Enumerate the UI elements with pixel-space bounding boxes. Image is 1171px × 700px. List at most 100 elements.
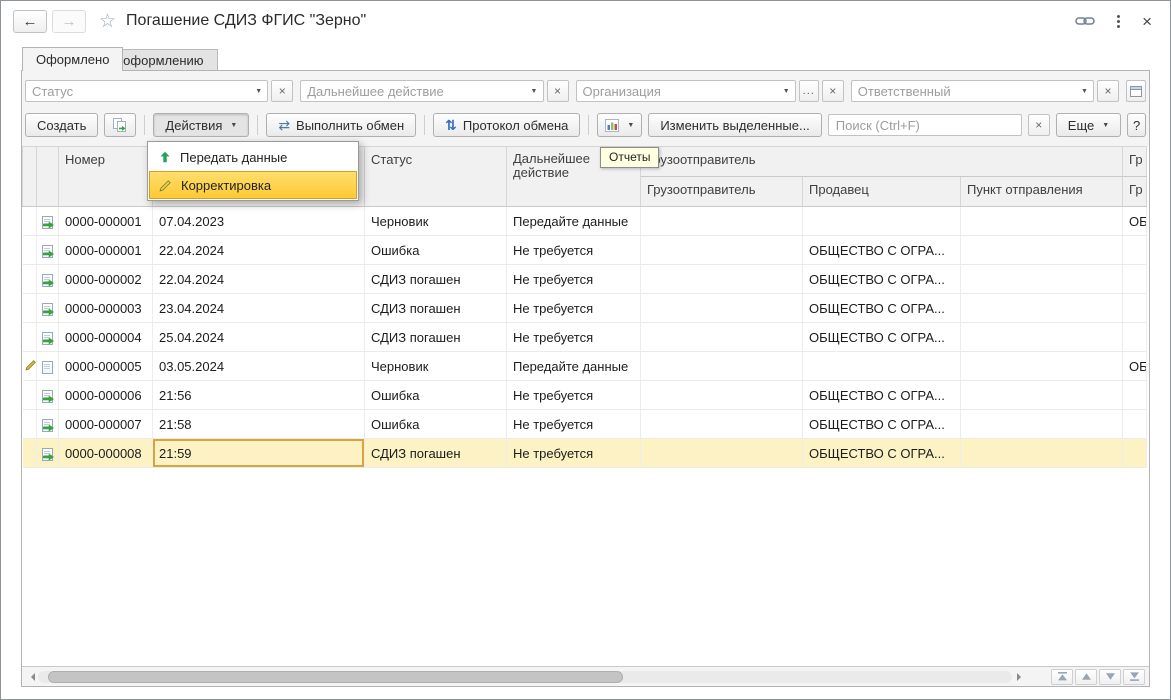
cell-next-action[interactable]: Не требуется: [506, 264, 641, 294]
cell-seller[interactable]: ОБЩЕСТВО С ОГРА...: [802, 380, 961, 410]
run-exchange-button[interactable]: ⇄ Выполнить обмен: [266, 113, 417, 137]
cell-number[interactable]: 0000-000006: [58, 380, 153, 410]
cell-date[interactable]: 21:58: [152, 409, 365, 439]
cell-number[interactable]: 0000-000002: [58, 264, 153, 294]
cell-seller[interactable]: ОБЩЕСТВО С ОГРА...: [802, 438, 961, 468]
cell-date[interactable]: 07.04.2023: [152, 206, 365, 236]
responsible-filter-field[interactable]: [851, 83, 1076, 99]
table-row[interactable]: 0000-000007 21:58 Ошибка Не требуется ОБ…: [22, 409, 1148, 439]
cell-number[interactable]: 0000-000003: [58, 293, 153, 323]
cell-status[interactable]: Черновик: [364, 206, 507, 236]
go-to-bottom-button[interactable]: [1123, 668, 1145, 685]
tab-formed[interactable]: Оформлено: [22, 47, 124, 71]
organization-filter-input[interactable]: ▼: [575, 80, 796, 102]
scrollbar-track[interactable]: [38, 670, 1012, 683]
chevron-down-icon[interactable]: ▼: [1076, 88, 1093, 95]
page-up-button[interactable]: [1075, 668, 1097, 685]
cell-next-group[interactable]: [1122, 264, 1148, 294]
cell-next-group[interactable]: [1122, 438, 1148, 468]
cell-next-group[interactable]: [1122, 235, 1148, 265]
menu-item-correction[interactable]: Корректировка: [149, 171, 357, 199]
go-to-top-button[interactable]: [1051, 668, 1073, 685]
search-field[interactable]: [828, 117, 1021, 133]
cell-next-action[interactable]: Не требуется: [506, 293, 641, 323]
cell-status[interactable]: Ошибка: [364, 380, 507, 410]
cell-status[interactable]: СДИЗ погашен: [364, 438, 507, 468]
scroll-right-icon[interactable]: [1015, 671, 1025, 683]
search-input[interactable]: [827, 114, 1022, 136]
cell-date[interactable]: 21:56: [152, 380, 365, 410]
header-next-col-truncated[interactable]: Гр: [1122, 176, 1148, 207]
cell-number[interactable]: 0000-000005: [58, 351, 153, 381]
chevron-down-icon[interactable]: ▼: [778, 88, 795, 95]
cell-next-action[interactable]: Не требуется: [506, 322, 641, 352]
more-button[interactable]: Еще ▼: [1055, 113, 1122, 137]
cell-consignor[interactable]: [640, 235, 803, 265]
cell-next-group[interactable]: [1122, 293, 1148, 323]
organization-filter-choose-button[interactable]: ...: [798, 80, 819, 102]
cell-next-action[interactable]: Не требуется: [506, 409, 641, 439]
cell-number[interactable]: 0000-000008: [58, 438, 153, 468]
menu-item-transfer-data[interactable]: Передать данные: [149, 143, 357, 171]
cell-date[interactable]: 22.04.2024: [152, 235, 365, 265]
cell-consignor[interactable]: [640, 206, 803, 236]
organization-filter-field[interactable]: [576, 83, 778, 99]
responsible-filter-input[interactable]: ▼: [850, 80, 1094, 102]
cell-next-group[interactable]: [1122, 380, 1148, 410]
horizontal-scrollbar[interactable]: [25, 670, 1025, 683]
next-action-filter-input[interactable]: ▼: [300, 80, 544, 102]
next-action-filter-field[interactable]: [301, 83, 526, 99]
cell-date[interactable]: 03.05.2024: [152, 351, 365, 381]
organization-filter-clear-button[interactable]: ×: [821, 80, 844, 102]
cell-status[interactable]: СДИЗ погашен: [364, 322, 507, 352]
header-seller[interactable]: Продавец: [802, 176, 961, 207]
header-consignor-group[interactable]: Грузоотправитель: [639, 146, 1124, 177]
cell-consignor[interactable]: [640, 293, 803, 323]
reports-button[interactable]: ▼: [597, 113, 643, 137]
next-action-filter-clear-button[interactable]: ×: [546, 80, 569, 102]
cell-status[interactable]: СДИЗ погашен: [364, 264, 507, 294]
cell-next-group[interactable]: [1122, 322, 1148, 352]
header-status[interactable]: Статус: [364, 146, 507, 207]
cell-departure[interactable]: [960, 264, 1124, 294]
chevron-down-icon[interactable]: ▼: [250, 88, 267, 95]
scrollbar-thumb[interactable]: [48, 670, 623, 683]
cell-next-group[interactable]: [1122, 409, 1148, 439]
table-row[interactable]: 0000-000004 25.04.2024 СДИЗ погашен Не т…: [22, 322, 1148, 352]
favorite-star-icon[interactable]: ☆: [99, 10, 116, 33]
cell-status[interactable]: Черновик: [364, 351, 507, 381]
cell-date[interactable]: 25.04.2024: [152, 322, 365, 352]
header-next-group-truncated[interactable]: Гр: [1122, 146, 1148, 177]
cell-consignor[interactable]: [640, 438, 803, 468]
status-filter-field[interactable]: [26, 83, 251, 99]
cell-next-action[interactable]: Передайте данные: [506, 351, 641, 381]
header-number[interactable]: Номер: [58, 146, 153, 207]
cell-departure[interactable]: [960, 409, 1124, 439]
cell-status[interactable]: Ошибка: [364, 235, 507, 265]
create-button[interactable]: Создать: [25, 113, 99, 137]
cell-next-group[interactable]: ОБ: [1122, 351, 1148, 381]
cell-departure[interactable]: [960, 380, 1124, 410]
cell-next-group[interactable]: ОБ: [1122, 206, 1148, 236]
cell-departure[interactable]: [960, 206, 1124, 236]
cell-number[interactable]: 0000-000007: [58, 409, 153, 439]
cell-number[interactable]: 0000-000004: [58, 322, 153, 352]
table-row[interactable]: 0000-000001 22.04.2024 Ошибка Не требует…: [22, 235, 1148, 265]
cell-number[interactable]: 0000-000001: [58, 206, 153, 236]
link-icon[interactable]: [1075, 15, 1095, 27]
cell-departure[interactable]: [960, 351, 1124, 381]
cell-next-action[interactable]: Не требуется: [506, 235, 641, 265]
create-copy-button[interactable]: [104, 113, 137, 137]
table-row[interactable]: 0000-000006 21:56 Ошибка Не требуется ОБ…: [22, 380, 1148, 410]
cell-next-action[interactable]: Не требуется: [506, 380, 641, 410]
cell-consignor[interactable]: [640, 380, 803, 410]
more-menu-icon[interactable]: [1115, 13, 1122, 30]
exchange-protocol-button[interactable]: ⇅ Протокол обмена: [433, 113, 581, 137]
cell-consignor[interactable]: [640, 351, 803, 381]
cell-date[interactable]: 22.04.2024: [152, 264, 365, 294]
cell-departure[interactable]: [960, 438, 1124, 468]
cell-consignor[interactable]: [640, 322, 803, 352]
chevron-down-icon[interactable]: ▼: [526, 88, 543, 95]
cell-departure[interactable]: [960, 322, 1124, 352]
table-row[interactable]: 0000-000005 03.05.2024 Черновик Передайт…: [22, 351, 1148, 381]
